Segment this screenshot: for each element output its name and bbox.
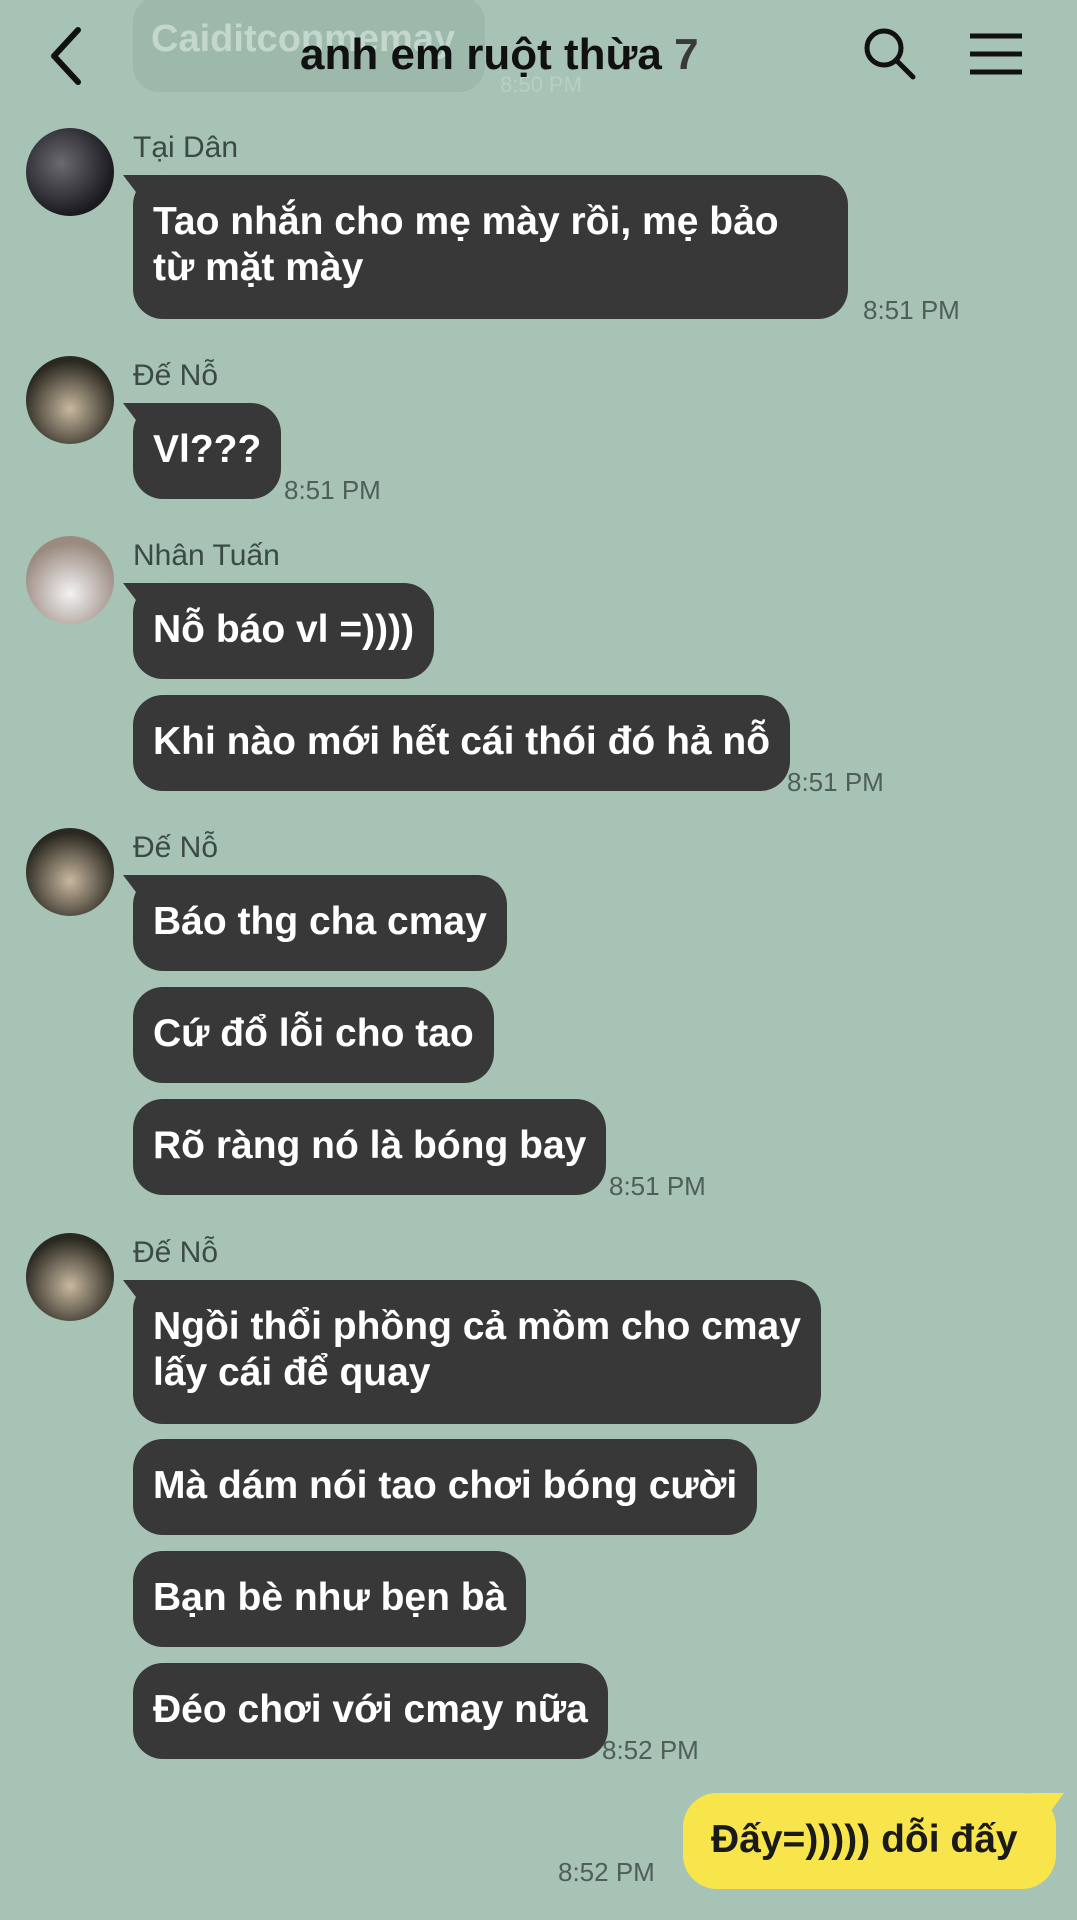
message-bubble[interactable]: Nỗ báo vl =)))) [133, 583, 435, 679]
message-time: 8:51 PM [863, 295, 960, 325]
message-bubble[interactable]: Ngồi thổi phồng cả mồm cho cmay lấy cái … [133, 1280, 821, 1424]
message-time: 8:52 PM [602, 1735, 699, 1765]
sender-name: Đế Nỗ [133, 1236, 219, 1269]
back-button[interactable] [44, 22, 94, 90]
message-bubble[interactable]: Rõ ràng nó là bóng bay [133, 1099, 607, 1195]
group-name: anh em ruột thừa [300, 30, 662, 79]
menu-icon [970, 33, 1022, 75]
sender-name: Đế Nỗ [133, 359, 219, 392]
avatar-de-no[interactable] [26, 356, 114, 444]
message-bubble[interactable]: Cứ đổ lỗi cho tao [133, 987, 494, 1083]
message-bubble[interactable]: Bạn bè như bẹn bà [133, 1551, 527, 1647]
avatar-nhan-tuan[interactable] [26, 536, 114, 624]
message-time: 8:51 PM [787, 767, 884, 797]
sender-name: Tại Dân [133, 131, 239, 164]
menu-button[interactable] [968, 32, 1024, 76]
message-bubble[interactable]: Báo thg cha cmay [133, 875, 507, 971]
chat-screen: Caiditconmemay 8:50 PM anh em ruột thừa … [0, 0, 1077, 1920]
search-button[interactable] [862, 26, 918, 82]
sender-name: Nhân Tuấn [133, 539, 280, 572]
message-bubble[interactable]: Khi nào mới hết cái thói đó hả nỗ [133, 695, 791, 791]
message-time: 8:51 PM [609, 1171, 706, 1201]
my-message-bubble[interactable]: Đấy=))))) dỗi đấy [683, 1793, 1056, 1889]
chat-header: Caiditconmemay 8:50 PM anh em ruột thừa … [0, 0, 1077, 112]
message-bubble[interactable]: Vl??? [133, 403, 282, 499]
avatar-de-no[interactable] [26, 1233, 114, 1321]
sender-name: Đế Nỗ [133, 831, 219, 864]
chat-title: anh em ruột thừa 7 [300, 30, 800, 80]
back-icon [51, 27, 81, 85]
message-bubble[interactable]: Tao nhắn cho mẹ mày rồi, mẹ bảo từ mặt m… [133, 175, 848, 319]
member-count: 7 [674, 30, 699, 79]
message-bubble[interactable]: Mà dám nói tao chơi bóng cười [133, 1439, 758, 1535]
message-time: 8:51 PM [284, 475, 381, 505]
my-message-time: 8:52 PM [558, 1857, 655, 1887]
message-bubble[interactable]: Đéo chơi với cmay nữa [133, 1663, 608, 1759]
search-icon [864, 28, 916, 80]
avatar-de-no[interactable] [26, 828, 114, 916]
avatar-tai-dan[interactable] [26, 128, 114, 216]
